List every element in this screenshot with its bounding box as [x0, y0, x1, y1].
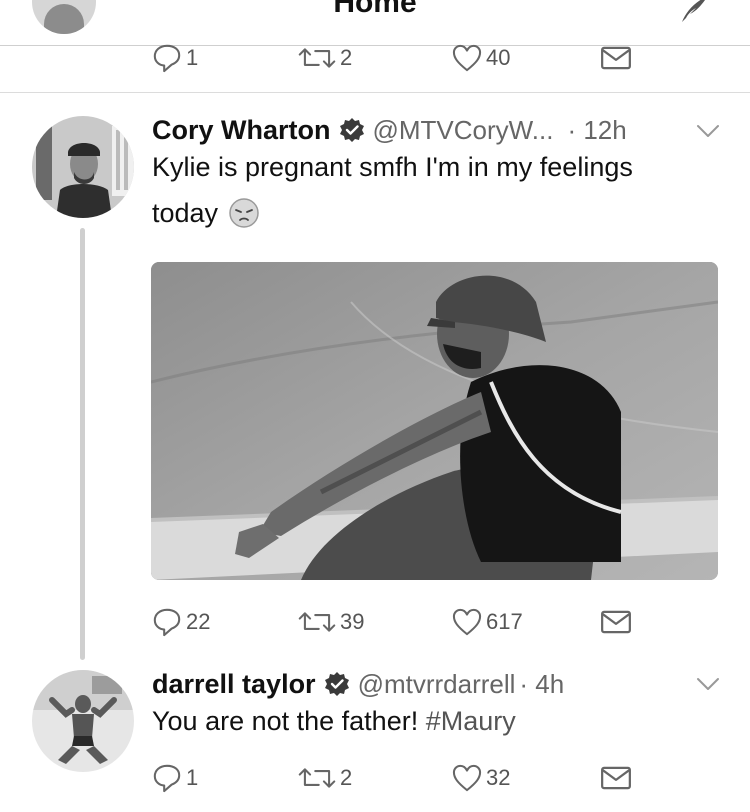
tweet-actions: 1 2 32: [152, 760, 642, 796]
tweet-text-line-2: today: [152, 190, 722, 236]
compose-feather-icon[interactable]: [672, 0, 712, 24]
display-name[interactable]: Cory Wharton: [152, 115, 331, 146]
envelope-icon: [600, 610, 632, 634]
tweet-media-image[interactable]: [151, 262, 718, 580]
verified-badge-icon: [324, 671, 350, 697]
user-handle[interactable]: @MTVCoryW...: [373, 115, 554, 146]
tweet-text-body: You are not the father!: [152, 706, 426, 736]
tweet-divider: [0, 92, 750, 93]
reply-count: 22: [186, 609, 211, 634]
tweet-text: You are not the father! #Maury: [152, 698, 722, 744]
tweet-header: Cory Wharton @MTVCoryW... · 12h: [152, 112, 627, 148]
retweet-count: 2: [340, 45, 353, 70]
tweet-header: darrell taylor @mtvrrdarrell · 4h: [152, 666, 564, 702]
top-tweet-actions: 1 2 40: [152, 40, 642, 76]
tweet-text-line: today: [152, 198, 219, 228]
heart-icon: [452, 764, 482, 792]
reply-button[interactable]: 1: [152, 760, 198, 796]
avatar-cory-wharton[interactable]: [32, 116, 134, 218]
tweet-actions: 22 39 617: [152, 604, 642, 640]
envelope-icon: [600, 46, 632, 70]
retweet-button[interactable]: 39: [298, 604, 364, 640]
retweet-button[interactable]: 2: [298, 760, 352, 796]
tweet-text: Kylie is pregnant smfh I'm in my feeling…: [152, 144, 722, 236]
retweet-icon: [298, 44, 336, 72]
verified-badge-icon: [339, 117, 365, 143]
chevron-down-icon[interactable]: [696, 124, 720, 138]
reply-count: 1: [186, 45, 199, 70]
display-name[interactable]: darrell taylor: [152, 669, 316, 700]
like-count: 32: [486, 765, 511, 790]
reply-button[interactable]: 22: [152, 604, 210, 640]
direct-message-button[interactable]: [600, 604, 632, 640]
user-handle[interactable]: @mtvrrdarrell: [358, 669, 516, 700]
reply-button[interactable]: 1: [152, 40, 198, 76]
reply-icon: [152, 607, 182, 637]
heart-icon: [452, 608, 482, 636]
like-count: 40: [486, 45, 511, 70]
reply-count: 1: [186, 765, 199, 790]
retweet-button[interactable]: 2: [298, 40, 352, 76]
like-button[interactable]: 617: [452, 604, 523, 640]
photo-man-sitting-on-curb: [151, 262, 718, 580]
like-button[interactable]: 32: [452, 760, 510, 796]
like-count: 617: [486, 609, 523, 634]
like-button[interactable]: 40: [452, 40, 510, 76]
retweet-icon: [298, 608, 336, 636]
tweet-timestamp[interactable]: · 4h: [519, 669, 564, 700]
direct-message-button[interactable]: [600, 760, 632, 796]
hashtag-link[interactable]: #Maury: [426, 706, 516, 736]
reply-icon: [152, 763, 182, 793]
retweet-count: 39: [340, 609, 365, 634]
direct-message-button[interactable]: [600, 40, 632, 76]
retweet-icon: [298, 764, 336, 792]
thread-connector-line: [80, 228, 85, 660]
heart-icon: [452, 44, 482, 72]
envelope-icon: [600, 766, 632, 790]
tweet-timestamp[interactable]: · 12h: [567, 115, 626, 146]
pensive-face-emoji: [229, 198, 259, 228]
avatar-darrell-taylor[interactable]: [32, 670, 134, 772]
reply-icon: [152, 43, 182, 73]
tweet-text-line: Kylie is pregnant smfh I'm in my feeling…: [152, 152, 633, 182]
retweet-count: 2: [340, 765, 353, 790]
page-title: Home: [333, 0, 417, 19]
chevron-down-icon[interactable]: [696, 677, 720, 691]
